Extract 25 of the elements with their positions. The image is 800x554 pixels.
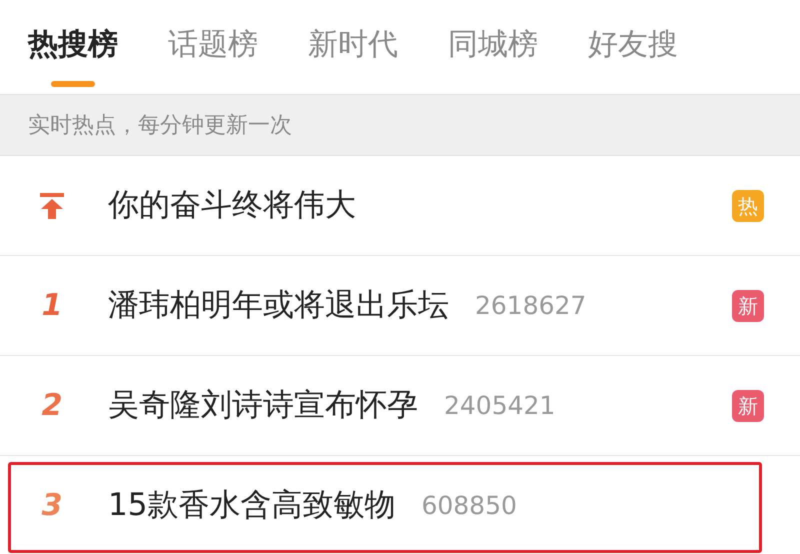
pin-top-icon	[39, 192, 65, 220]
tab[interactable]: 新时代	[308, 0, 398, 94]
search-count: 2618627	[475, 290, 586, 322]
label-tag: 新	[732, 390, 764, 422]
tab[interactable]: 好友搜	[588, 0, 678, 94]
topic-title: 15款香水含高致敏物	[108, 486, 396, 526]
hot-search-row[interactable]: 2 吴奇隆刘诗诗宣布怀孕 2405421 新	[0, 356, 800, 456]
topic-title: 潘玮柏明年或将退出乐坛	[108, 286, 449, 326]
topic-title: 你的奋斗终将伟大	[108, 186, 356, 226]
subtitle-text: 实时热点，每分钟更新一次	[28, 112, 292, 140]
rank-number: 1	[42, 287, 62, 325]
label-tag: 热	[732, 190, 764, 222]
tab[interactable]: 热搜榜	[28, 0, 118, 94]
tab-underline	[51, 81, 95, 87]
search-count: 2405421	[444, 390, 556, 422]
hot-search-row[interactable]: 3 15款香水含高致敏物 608850	[0, 456, 800, 554]
topic-title: 吴奇隆刘诗诗宣布怀孕	[108, 386, 418, 426]
rank-number: 3	[42, 487, 62, 525]
rank-number: 2	[42, 387, 62, 425]
hot-search-row[interactable]: 你的奋斗终将伟大 热	[0, 156, 800, 256]
tab[interactable]: 话题榜	[168, 0, 258, 94]
label-tag: 新	[732, 290, 764, 322]
search-count: 608850	[421, 490, 517, 522]
tab[interactable]: 同城榜	[448, 0, 538, 94]
hot-search-row[interactable]: 1 潘玮柏明年或将退出乐坛 2618627 新	[0, 256, 800, 356]
